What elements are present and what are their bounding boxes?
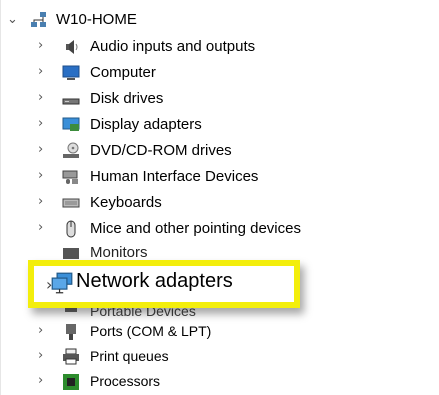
chevron-right-icon[interactable]: › [38,117,48,130]
computer-network-icon [31,12,46,27]
chevron-right-icon[interactable]: › [38,65,48,78]
chevron-down-icon[interactable]: ⌄ [7,13,18,26]
chevron-right-icon[interactable]: › [38,169,48,182]
tree-item-label: Ports (COM & LPT) [90,323,212,339]
monitor-icon [62,65,80,80]
tree-item-label: Human Interface Devices [90,168,259,185]
chevron-right-icon[interactable]: › [38,374,48,387]
tree-item-label: Display adapters [90,116,202,133]
tree-left-border [0,0,1,395]
chevron-right-icon[interactable]: › [38,39,48,52]
tree-item-label: Monitors [90,244,148,261]
tree-item-label: DVD/CD-ROM drives [90,142,232,159]
chevron-right-icon[interactable]: › [38,195,48,208]
chevron-right-icon[interactable]: › [38,221,48,234]
processor-icon [63,374,79,390]
tree-item-label: Network adapters [76,270,233,292]
tree-item-label: Audio inputs and outputs [90,38,256,55]
tree-item-label: Mice and other pointing devices [90,220,301,237]
tree-item-label: Keyboards [90,194,162,211]
portable-device-icon [65,306,77,312]
tree-item-label: Print queues [90,348,169,364]
speaker-icon [66,40,78,54]
port-icon [66,324,76,340]
tree-root-label: W10-HOME [56,11,137,28]
network-adapter-icon [51,272,73,294]
mouse-icon [66,220,76,238]
printer-icon [63,348,79,365]
optical-drive-icon [63,142,79,158]
disk-drive-icon [62,98,80,105]
chevron-right-icon[interactable]: › [38,324,48,337]
chevron-right-icon[interactable]: › [38,91,48,104]
chevron-right-icon[interactable]: › [38,143,48,156]
hid-icon [62,170,78,184]
keyboard-icon [62,198,80,208]
chevron-right-icon[interactable]: › [38,349,48,362]
tree-item-label: Disk drives [90,90,164,107]
tree-item-label: Computer [90,64,156,81]
tree-item-label: Processors [90,373,161,389]
display-adapter-icon [62,117,80,131]
